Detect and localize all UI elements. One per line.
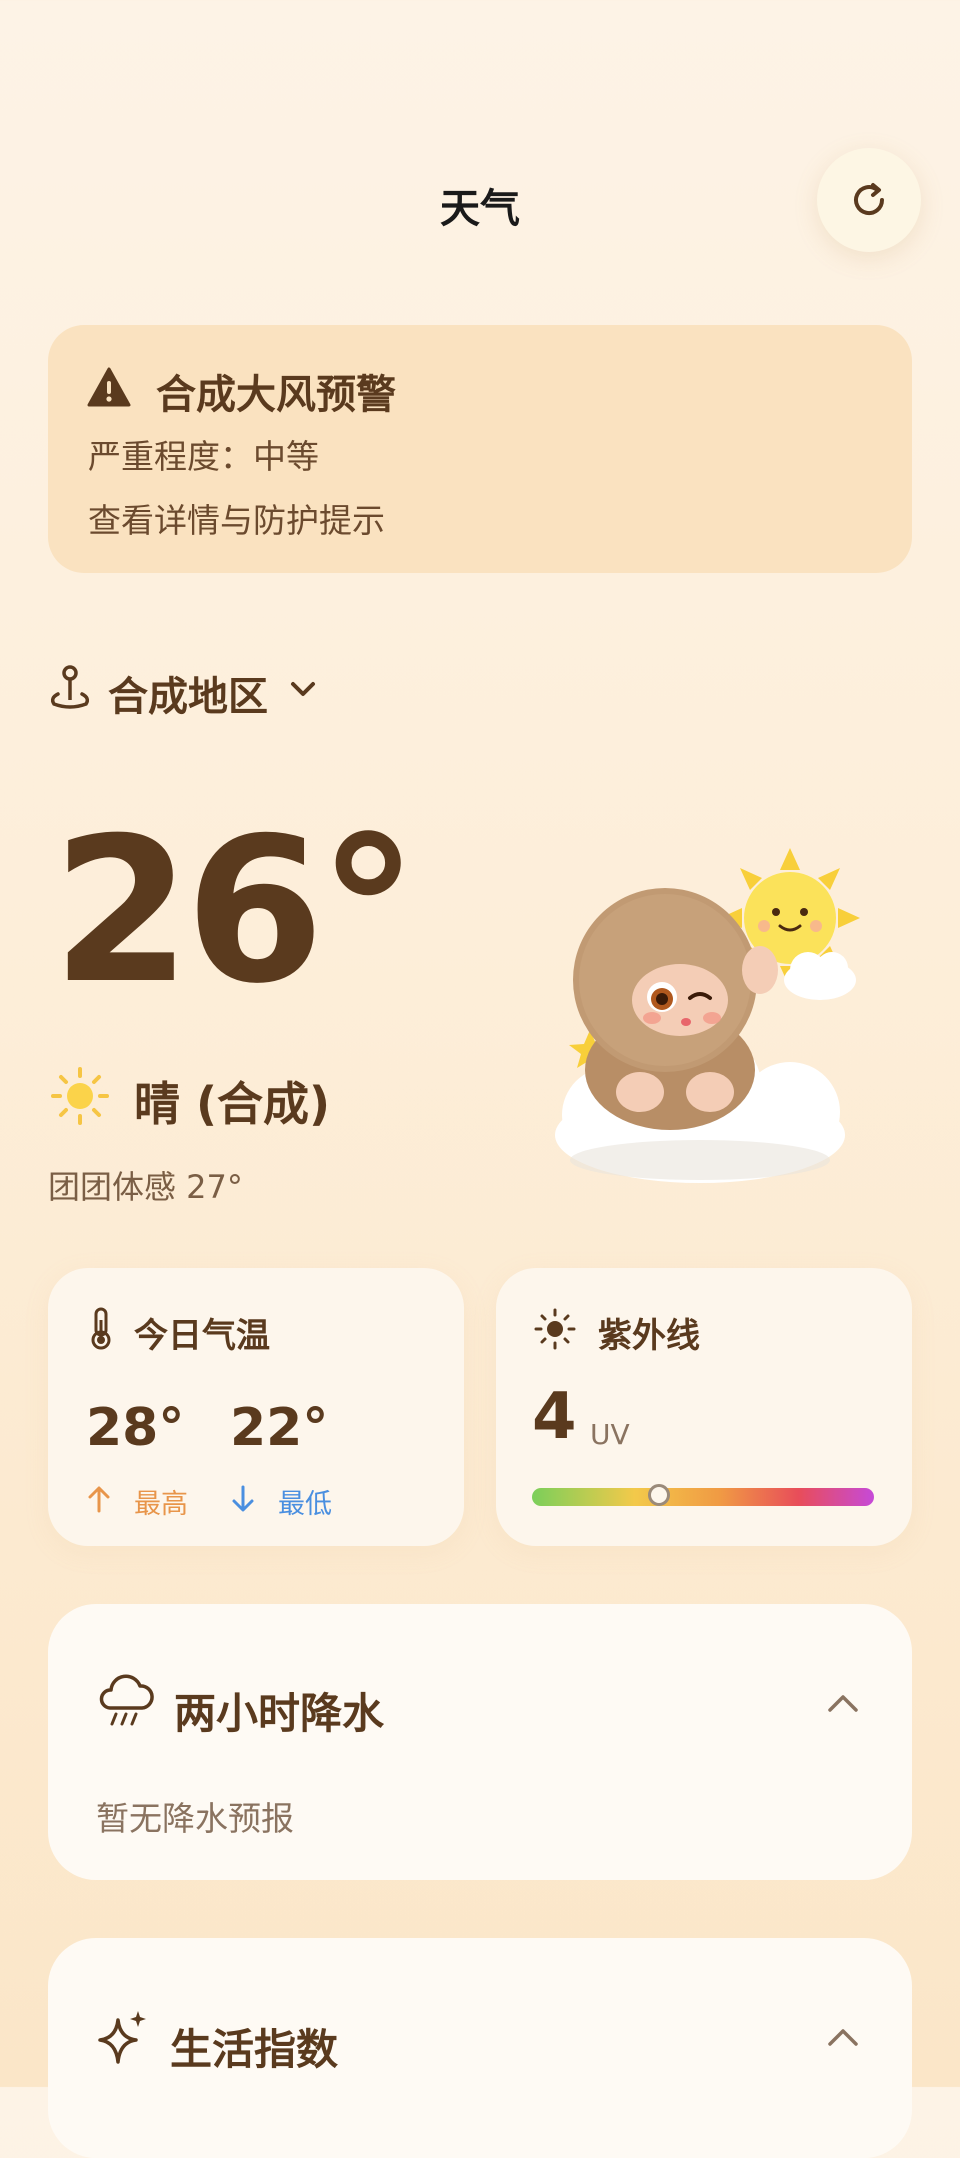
precipitation-title: 两小时降水 xyxy=(174,1689,385,1738)
feels-like: 团团体感 27° xyxy=(48,1168,243,1206)
sparkle-icon xyxy=(96,2008,150,2070)
high-temperature: 28° xyxy=(86,1398,185,1458)
low-label: 最低 xyxy=(278,1489,332,1520)
high-label: 最高 xyxy=(134,1489,188,1520)
alert-details-link[interactable]: 查看详情与防护提示 xyxy=(88,494,385,542)
page-title: 天气 xyxy=(440,186,520,232)
weather-condition: 晴 (合成) xyxy=(134,1077,331,1131)
arrow-down-icon xyxy=(228,1484,258,1518)
current-temperature: 26° xyxy=(52,795,418,1028)
precipitation-forecast: 暂无降水预报 xyxy=(96,1799,294,1838)
low-temperature: 22° xyxy=(230,1398,329,1458)
arrow-up-icon xyxy=(84,1484,114,1518)
card-title: 紫外线 xyxy=(598,1316,700,1356)
uv-sun-icon xyxy=(534,1308,576,1354)
life-index-title: 生活指数 xyxy=(170,2025,339,2074)
alert-title: 合成大风预警 xyxy=(156,372,396,418)
uv-unit: UV xyxy=(590,1418,630,1451)
location-pin-icon xyxy=(48,664,92,716)
location-selector[interactable]: 合成地区 xyxy=(108,664,268,722)
thermometer-icon xyxy=(86,1306,116,1354)
uv-level-indicator xyxy=(647,1484,670,1506)
sun-icon xyxy=(50,1066,110,1130)
alert-severity: 严重程度：中等 xyxy=(88,437,319,476)
chevron-up-icon[interactable] xyxy=(824,1688,862,1722)
chevron-up-icon[interactable] xyxy=(824,2022,862,2056)
uv-scale-bar xyxy=(532,1488,874,1506)
rain-cloud-icon xyxy=(96,1674,156,1734)
chevron-down-icon[interactable] xyxy=(286,672,320,710)
warning-icon xyxy=(86,366,132,412)
uv-value: 4 xyxy=(532,1380,577,1454)
refresh-icon xyxy=(854,183,885,216)
card-title: 今日气温 xyxy=(134,1316,270,1356)
refresh-button[interactable] xyxy=(817,148,921,252)
mascot-illustration xyxy=(555,848,860,1183)
